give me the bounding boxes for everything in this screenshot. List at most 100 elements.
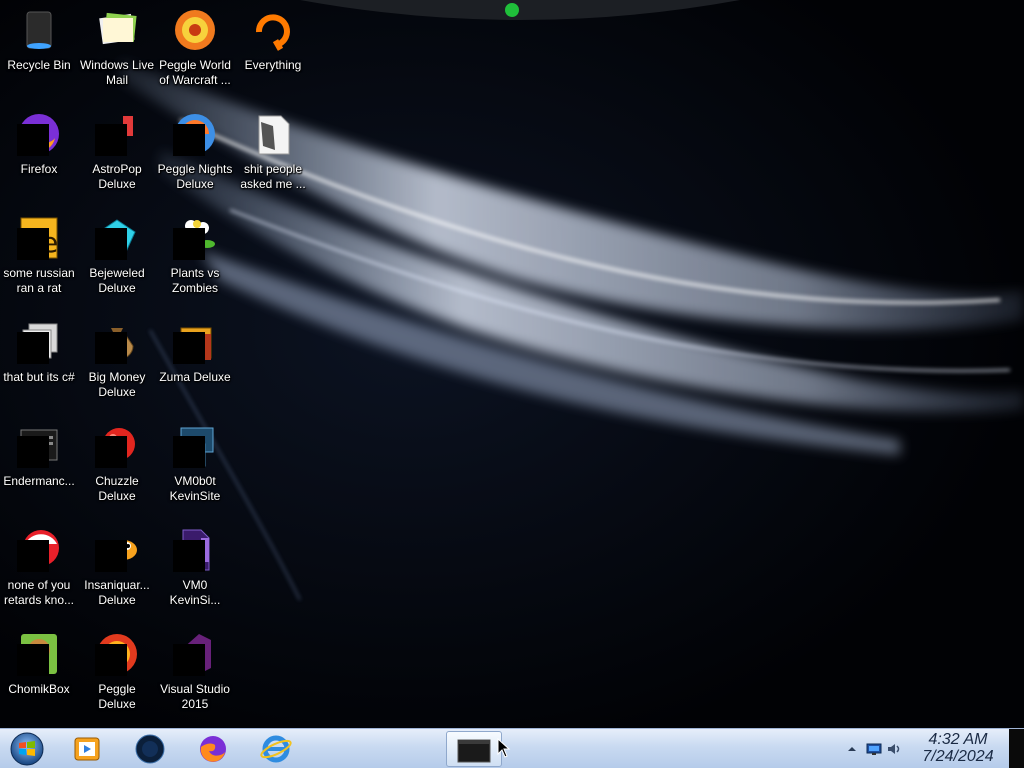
everything-search-icon bbox=[249, 6, 297, 54]
redaction-box bbox=[173, 436, 205, 468]
desktop-icon-label: Windows Live Mail bbox=[79, 58, 155, 87]
desktop-icon-label: Big Money Deluxe bbox=[88, 370, 146, 399]
desktop-icon[interactable]: Bejeweled Deluxe bbox=[78, 208, 156, 308]
desktop-icon-label: AstroPop Deluxe bbox=[92, 162, 142, 191]
zuma-icon bbox=[171, 318, 219, 366]
desktop-icon-label: Peggle Deluxe bbox=[98, 682, 136, 711]
recycle-bin-icon bbox=[15, 6, 63, 54]
media-player-icon[interactable] bbox=[70, 731, 104, 767]
redaction-box bbox=[17, 228, 49, 260]
desktop-icon[interactable]: Peggle World of Warcraft ... bbox=[156, 0, 234, 100]
redaction-box bbox=[17, 644, 49, 676]
desktop-icon[interactable]: shit people asked me ... bbox=[234, 104, 312, 204]
dark-globe-icon[interactable] bbox=[133, 731, 167, 767]
redaction-box bbox=[17, 124, 49, 156]
desktop-icon[interactable]: that but its c# bbox=[0, 312, 78, 412]
application-window-icon bbox=[15, 422, 63, 470]
purple-document-icon bbox=[171, 526, 219, 574]
desktop-icon-label: Bejeweled Deluxe bbox=[89, 266, 145, 295]
clock-date: 7/24/2024 bbox=[922, 748, 994, 765]
desktop-icon[interactable]: Insaniquar... Deluxe bbox=[78, 520, 156, 620]
desktop-icon-label: ChomikBox bbox=[8, 682, 70, 696]
redaction-box bbox=[95, 540, 127, 572]
redaction-box bbox=[173, 124, 205, 156]
desktop-icon-label: Chuzzle Deluxe bbox=[95, 474, 139, 503]
desktop-icon[interactable]: Big Money Deluxe bbox=[78, 312, 156, 412]
chuzzle-icon bbox=[93, 422, 141, 470]
desktop-icon[interactable]: Zuma Deluxe bbox=[156, 312, 234, 412]
desktop-icon[interactable]: Windows Live Mail bbox=[78, 0, 156, 100]
redaction-box bbox=[95, 228, 127, 260]
desktop-icon-label: shit people asked me ... bbox=[240, 162, 306, 191]
peggle-world-of-warcraft-icon bbox=[171, 6, 219, 54]
desktop-icon[interactable]: Everything bbox=[234, 0, 312, 100]
clock-time: 4:32 AM bbox=[928, 731, 988, 748]
desktop-icon-label: VM0 KevinSi... bbox=[169, 578, 221, 607]
redaction-box bbox=[173, 332, 205, 364]
desktop-icon[interactable]: VM0 KevinSi... bbox=[156, 520, 234, 620]
visual-studio-icon bbox=[171, 630, 219, 678]
show-hidden-icons-icon[interactable] bbox=[844, 741, 860, 757]
firefox-icon[interactable] bbox=[196, 731, 230, 767]
desktop-icon-label: Everything bbox=[244, 58, 302, 72]
copy-stack-icon bbox=[15, 318, 63, 366]
firefox-icon bbox=[15, 110, 63, 158]
desktop-icon-label: Peggle World of Warcraft ... bbox=[159, 58, 231, 87]
desktop-icon[interactable]: Peggle Nights Deluxe bbox=[156, 104, 234, 204]
desktop-icon[interactable]: Endermanc... bbox=[0, 416, 78, 516]
desktop[interactable]: Recycle Bin Windows Live Mail Peggle World… bbox=[0, 0, 1024, 728]
redaction-box bbox=[95, 436, 127, 468]
chomikbox-icon bbox=[15, 630, 63, 678]
desktop-icon[interactable]: none of you retards kno... bbox=[0, 520, 78, 620]
peggle-nights-icon bbox=[171, 110, 219, 158]
notification-area bbox=[838, 729, 902, 768]
desktop-icon-label: Insaniquar... Deluxe bbox=[84, 578, 150, 607]
text-document-icon bbox=[249, 110, 297, 158]
desktop-icon-label: Recycle Bin bbox=[7, 58, 71, 72]
redaction-box bbox=[173, 540, 205, 572]
desktop-icon-label: Firefox bbox=[20, 162, 58, 176]
desktop-icon-label: Plants vs Zombies bbox=[170, 266, 220, 295]
desktop-icon[interactable]: ChomikBox bbox=[0, 624, 78, 724]
system-clock[interactable]: 4:32 AM 7/24/2024 bbox=[906, 731, 1010, 767]
windows-live-mail-icon bbox=[93, 6, 141, 54]
desktop-icon-label: Visual Studio 2015 bbox=[160, 682, 230, 711]
mouse-cursor-icon bbox=[497, 738, 511, 758]
redaction-box bbox=[173, 228, 205, 260]
taskbar-running-command-window[interactable] bbox=[446, 731, 502, 767]
command-window-icon bbox=[457, 739, 491, 763]
desktop-icon-label: Peggle Nights Deluxe bbox=[157, 162, 233, 191]
volume-speaker-icon[interactable] bbox=[886, 741, 902, 757]
desktop-icon-label: Endermanc... bbox=[3, 474, 75, 488]
desktop-icon[interactable]: e some russian ran a rat bbox=[0, 208, 78, 308]
desktop-icon[interactable]: Firefox bbox=[0, 104, 78, 204]
redaction-box bbox=[95, 124, 127, 156]
desktop-icon[interactable]: Plants vs Zombies bbox=[156, 208, 234, 308]
windows-start-orb-icon[interactable] bbox=[4, 731, 50, 767]
internet-explorer-icon[interactable] bbox=[259, 731, 293, 767]
show-desktop-button[interactable] bbox=[1009, 729, 1024, 768]
redaction-box bbox=[17, 540, 49, 572]
taskbar: 4:32 AM 7/24/2024 bbox=[0, 728, 1024, 768]
desktop-icon-label: some russian ran a rat bbox=[3, 266, 75, 295]
fish-icon bbox=[93, 526, 141, 574]
monitor-folder-icon bbox=[171, 422, 219, 470]
peggle-deluxe-icon bbox=[93, 630, 141, 678]
desktop-icon[interactable]: Visual Studio 2015 bbox=[156, 624, 234, 724]
network-monitor-icon[interactable] bbox=[866, 741, 882, 757]
redaction-box bbox=[17, 332, 49, 364]
red-ball-icon bbox=[15, 526, 63, 574]
desktop-icon[interactable]: Peggle Deluxe bbox=[78, 624, 156, 724]
desktop-icon[interactable]: Recycle Bin bbox=[0, 0, 78, 100]
desktop-icon[interactable]: VM0b0t KevinSite bbox=[156, 416, 234, 516]
desktop-icon-label: Zuma Deluxe bbox=[159, 370, 231, 384]
redaction-box bbox=[95, 644, 127, 676]
redaction-box bbox=[173, 644, 205, 676]
desktop-icon[interactable]: Chuzzle Deluxe bbox=[78, 416, 156, 516]
redaction-box bbox=[17, 436, 49, 468]
desktop-icon[interactable]: AstroPop Deluxe bbox=[78, 104, 156, 204]
desktop-icon-label: VM0b0t KevinSite bbox=[169, 474, 221, 503]
money-bag-icon bbox=[93, 318, 141, 366]
desktop-icon-label: none of you retards kno... bbox=[3, 578, 75, 607]
astropop-icon bbox=[93, 110, 141, 158]
